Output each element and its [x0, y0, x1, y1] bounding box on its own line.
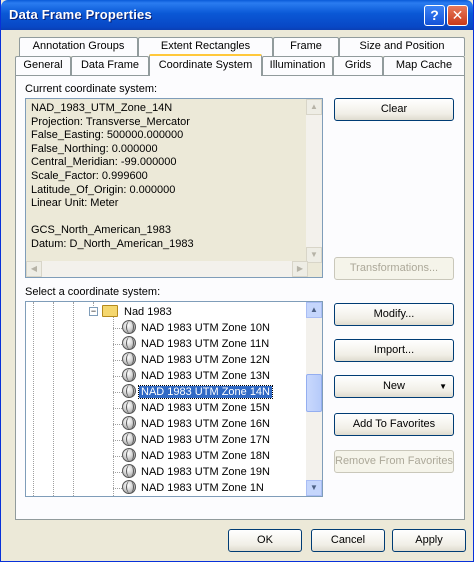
globe-icon	[122, 464, 136, 478]
tree-scrollbar[interactable]: ▲ ▼	[306, 302, 322, 496]
globe-icon	[122, 400, 136, 414]
scroll-down-icon[interactable]: ▼	[306, 480, 322, 496]
globe-icon	[122, 416, 136, 430]
tree-item-label: NAD 1983 UTM Zone 10N	[141, 322, 270, 334]
globe-icon	[122, 432, 136, 446]
tree-item-label: NAD 1983 UTM Zone 12N	[141, 354, 270, 366]
tree-guide-line	[113, 472, 122, 473]
apply-button[interactable]: Apply	[392, 529, 466, 552]
globe-icon	[122, 384, 136, 398]
vertical-scrollbar[interactable]: ▲ ▼	[306, 99, 322, 263]
tree-guide-line	[113, 488, 122, 489]
tree-guide-line	[113, 456, 122, 457]
tree-item-selected[interactable]: NAD 1983 UTM Zone 14N	[122, 384, 273, 400]
tree-item-label: NAD 1983 UTM Zone 13N	[141, 370, 270, 382]
tree-item[interactable]: NAD 1983 UTM Zone 17N	[122, 432, 272, 448]
tree-guide-line	[113, 392, 122, 393]
folder-label: Nad 1983	[124, 306, 172, 318]
tree-item[interactable]: NAD 1983 UTM Zone 12N	[122, 352, 272, 368]
tree-item[interactable]: NAD 1983 UTM Zone 13N	[122, 368, 272, 384]
tree-item-label: NAD 1983 UTM Zone 14N	[138, 385, 273, 399]
globe-icon	[122, 448, 136, 462]
scroll-up-icon[interactable]: ▲	[306, 99, 322, 115]
coordinate-system-tree[interactable]: − Nad 1983 NAD 1983 UTM Zone 10N NAD 198…	[25, 301, 323, 497]
tree-item-label: NAD 1983 UTM Zone 15N	[141, 402, 270, 414]
tree-item[interactable]: NAD 1983 UTM Zone 18N	[122, 448, 272, 464]
tree-guide-line	[113, 328, 122, 329]
tree-item[interactable]: NAD 1983 UTM Zone 19N	[122, 464, 272, 480]
modify-button[interactable]: Modify...	[334, 303, 454, 326]
globe-icon	[122, 368, 136, 382]
tree-item-label: NAD 1983 UTM Zone 1N	[141, 482, 264, 494]
import-button[interactable]: Import...	[334, 339, 454, 362]
scroll-thumb[interactable]	[306, 374, 322, 412]
globe-icon	[122, 480, 136, 494]
tree-item[interactable]: NAD 1983 UTM Zone 10N	[122, 320, 272, 336]
cancel-button[interactable]: Cancel	[311, 529, 385, 552]
tree-folder-nad-1983[interactable]: Nad 1983	[102, 304, 174, 320]
tree-item-label: NAD 1983 UTM Zone 19N	[141, 466, 270, 478]
folder-open-icon	[102, 305, 118, 317]
current-cs-label: Current coordinate system:	[25, 83, 158, 95]
clear-button[interactable]: Clear	[334, 98, 454, 121]
tree-guide-line	[113, 360, 122, 361]
collapse-icon[interactable]: −	[89, 307, 98, 316]
dropdown-arrow-icon: ▼	[439, 382, 447, 391]
tree-guide-line	[73, 302, 74, 496]
tree-item[interactable]: NAD 1983 UTM Zone 16N	[122, 416, 272, 432]
tree-item[interactable]: NAD 1983 UTM Zone 1N	[122, 480, 266, 496]
panel-content: Current coordinate system: NAD_1983_UTM_…	[1, 0, 474, 562]
scroll-left-icon[interactable]: ◀	[26, 261, 42, 277]
globe-icon	[122, 320, 136, 334]
new-button-label: New	[382, 380, 405, 392]
tree-item-label: NAD 1983 UTM Zone 18N	[141, 450, 270, 462]
horizontal-scrollbar[interactable]: ◀ ▶	[26, 261, 308, 277]
tree-item[interactable]: NAD 1983 UTM Zone 15N	[122, 400, 272, 416]
tree-guide-line	[53, 302, 54, 496]
remove-from-favorites-button[interactable]: Remove From Favorites	[334, 450, 454, 473]
tree-guide-line	[113, 424, 122, 425]
add-to-favorites-button[interactable]: Add To Favorites	[334, 413, 454, 436]
scroll-up-icon[interactable]: ▲	[306, 302, 322, 318]
scroll-down-icon[interactable]: ▼	[306, 247, 322, 263]
tree-item[interactable]: NAD 1983 UTM Zone 11N	[122, 336, 271, 352]
tree-item-label: NAD 1983 UTM Zone 16N	[141, 418, 270, 430]
tree-guide-line	[113, 376, 122, 377]
transformations-button[interactable]: Transformations...	[334, 257, 454, 280]
scroll-right-icon[interactable]: ▶	[292, 261, 308, 277]
tree-item-label: NAD 1983 UTM Zone 17N	[141, 434, 270, 446]
tree-guide-line	[113, 408, 122, 409]
current-cs-text: NAD_1983_UTM_Zone_14N Projection: Transv…	[31, 102, 194, 250]
tree-item-label: NAD 1983 UTM Zone 11N	[141, 338, 270, 350]
globe-icon	[122, 352, 136, 366]
tree-guide-line	[113, 316, 114, 496]
tree-guide-line	[113, 440, 122, 441]
tree-guide-line	[113, 344, 122, 345]
dialog-window: Data Frame Properties ? ✕ Annotation Gro…	[0, 0, 474, 562]
select-cs-label: Select a coordinate system:	[25, 286, 161, 298]
globe-icon	[122, 336, 136, 350]
current-cs-textbox[interactable]: NAD_1983_UTM_Zone_14N Projection: Transv…	[25, 98, 323, 278]
new-button[interactable]: New ▼	[334, 375, 454, 398]
tree-guide-line	[33, 302, 34, 496]
ok-button[interactable]: OK	[228, 529, 302, 552]
